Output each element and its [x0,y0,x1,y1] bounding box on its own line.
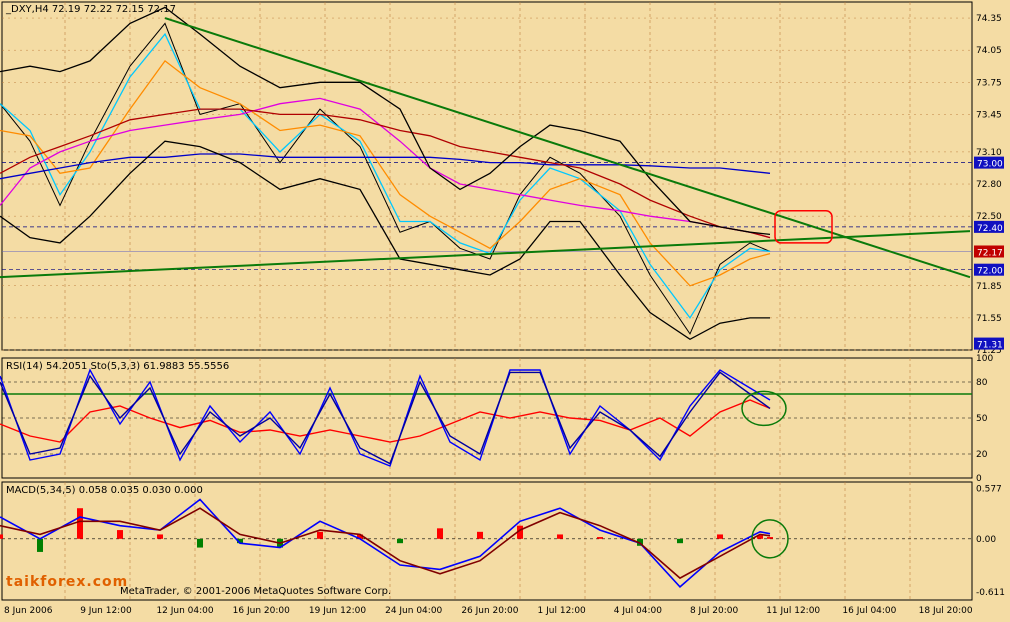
x-tick-label: 26 Jun 20:00 [461,606,518,616]
price-tag: 73.00 [977,160,1003,170]
price-tag: 72.17 [977,248,1003,258]
y-tick-label: 72.80 [976,180,1002,190]
macd-histogram-bar [717,534,723,539]
chart: 74.35 74.05 73.75 73.45 73.10 72.80 72.50 71.85… [0,0,1010,618]
y-tick-label: -0.611 [976,588,1005,598]
copyright: MetaTrader, © 2001-2006 MetaQuotes Softw… [120,586,392,597]
macd-histogram-bar [197,538,203,548]
macd-histogram-bar [157,534,163,539]
x-tick-label: 16 Jul 04:00 [842,606,896,616]
y-tick-label: 0 [976,474,982,484]
x-tick-label: 16 Jun 20:00 [233,606,290,616]
x-tick-label: 12 Jun 04:00 [156,606,213,616]
macd-histogram-bar [477,531,483,539]
x-tick-label: 11 Jul 12:00 [766,606,820,616]
macd-histogram-bar [597,537,603,539]
macd-histogram-bar [317,531,323,539]
y-tick-label: 100 [976,354,993,364]
chart-svg: 74.35 74.05 73.75 73.45 73.10 72.80 72.50 71.85… [0,0,1010,618]
price-tag: 72.00 [977,267,1003,277]
y-tick-label: 74.05 [976,46,1002,56]
rsi-stoch-title: RSI(14) 54.2051 Sto(5,3,3) 61.9883 55.55… [6,361,230,372]
y-tick-label: 73.10 [976,148,1002,158]
y-tick-label: 50 [976,414,988,424]
y-tick-label: 74.35 [976,14,1002,24]
chart-title: _DXY,H4 72.19 72.22 72.15 72.17 [6,4,176,15]
macd-histogram-bar [437,528,443,539]
y-tick-label: 80 [976,378,988,388]
macd-histogram-bar [37,538,43,552]
price-tag: 72.40 [977,224,1003,234]
macd-histogram-bar [77,508,83,539]
x-tick-label: 19 Jun 12:00 [309,606,366,616]
x-tick-label: 4 Jul 04:00 [614,606,663,616]
x-tick-label: 1 Jul 12:00 [538,606,587,616]
y-tick-label: 71.85 [976,282,1002,292]
x-tick-label: 9 Jun 12:00 [80,606,132,616]
y-tick-label: 71.55 [976,314,1002,324]
macd-histogram-bar [0,534,3,539]
y-tick-label: 73.45 [976,110,1002,120]
y-tick-label: 0.577 [976,484,1002,494]
macd-histogram-bar [397,538,403,544]
price-tag: 71.31 [977,341,1003,351]
y-tick-label: 20 [976,450,988,460]
macd-histogram-bar [117,530,123,539]
y-tick-label: 0.00 [976,535,996,545]
chart-background [0,0,1010,618]
x-tick-label: 24 Jun 04:00 [385,606,442,616]
macd-histogram-bar [557,534,563,539]
watermark: taikforex.com [6,574,129,590]
x-tick-label: 8 Jun 2006 [4,606,53,616]
x-tick-label: 18 Jul 20:00 [919,606,973,616]
x-tick-label: 8 Jul 20:00 [690,606,739,616]
macd-histogram-bar [767,537,773,539]
y-tick-label: 72.50 [976,212,1002,222]
y-tick-label: 73.75 [976,78,1002,88]
macd-histogram-bar [677,538,683,544]
macd-title: MACD(5,34,5) 0.058 0.035 0.030 0.000 [6,485,203,496]
